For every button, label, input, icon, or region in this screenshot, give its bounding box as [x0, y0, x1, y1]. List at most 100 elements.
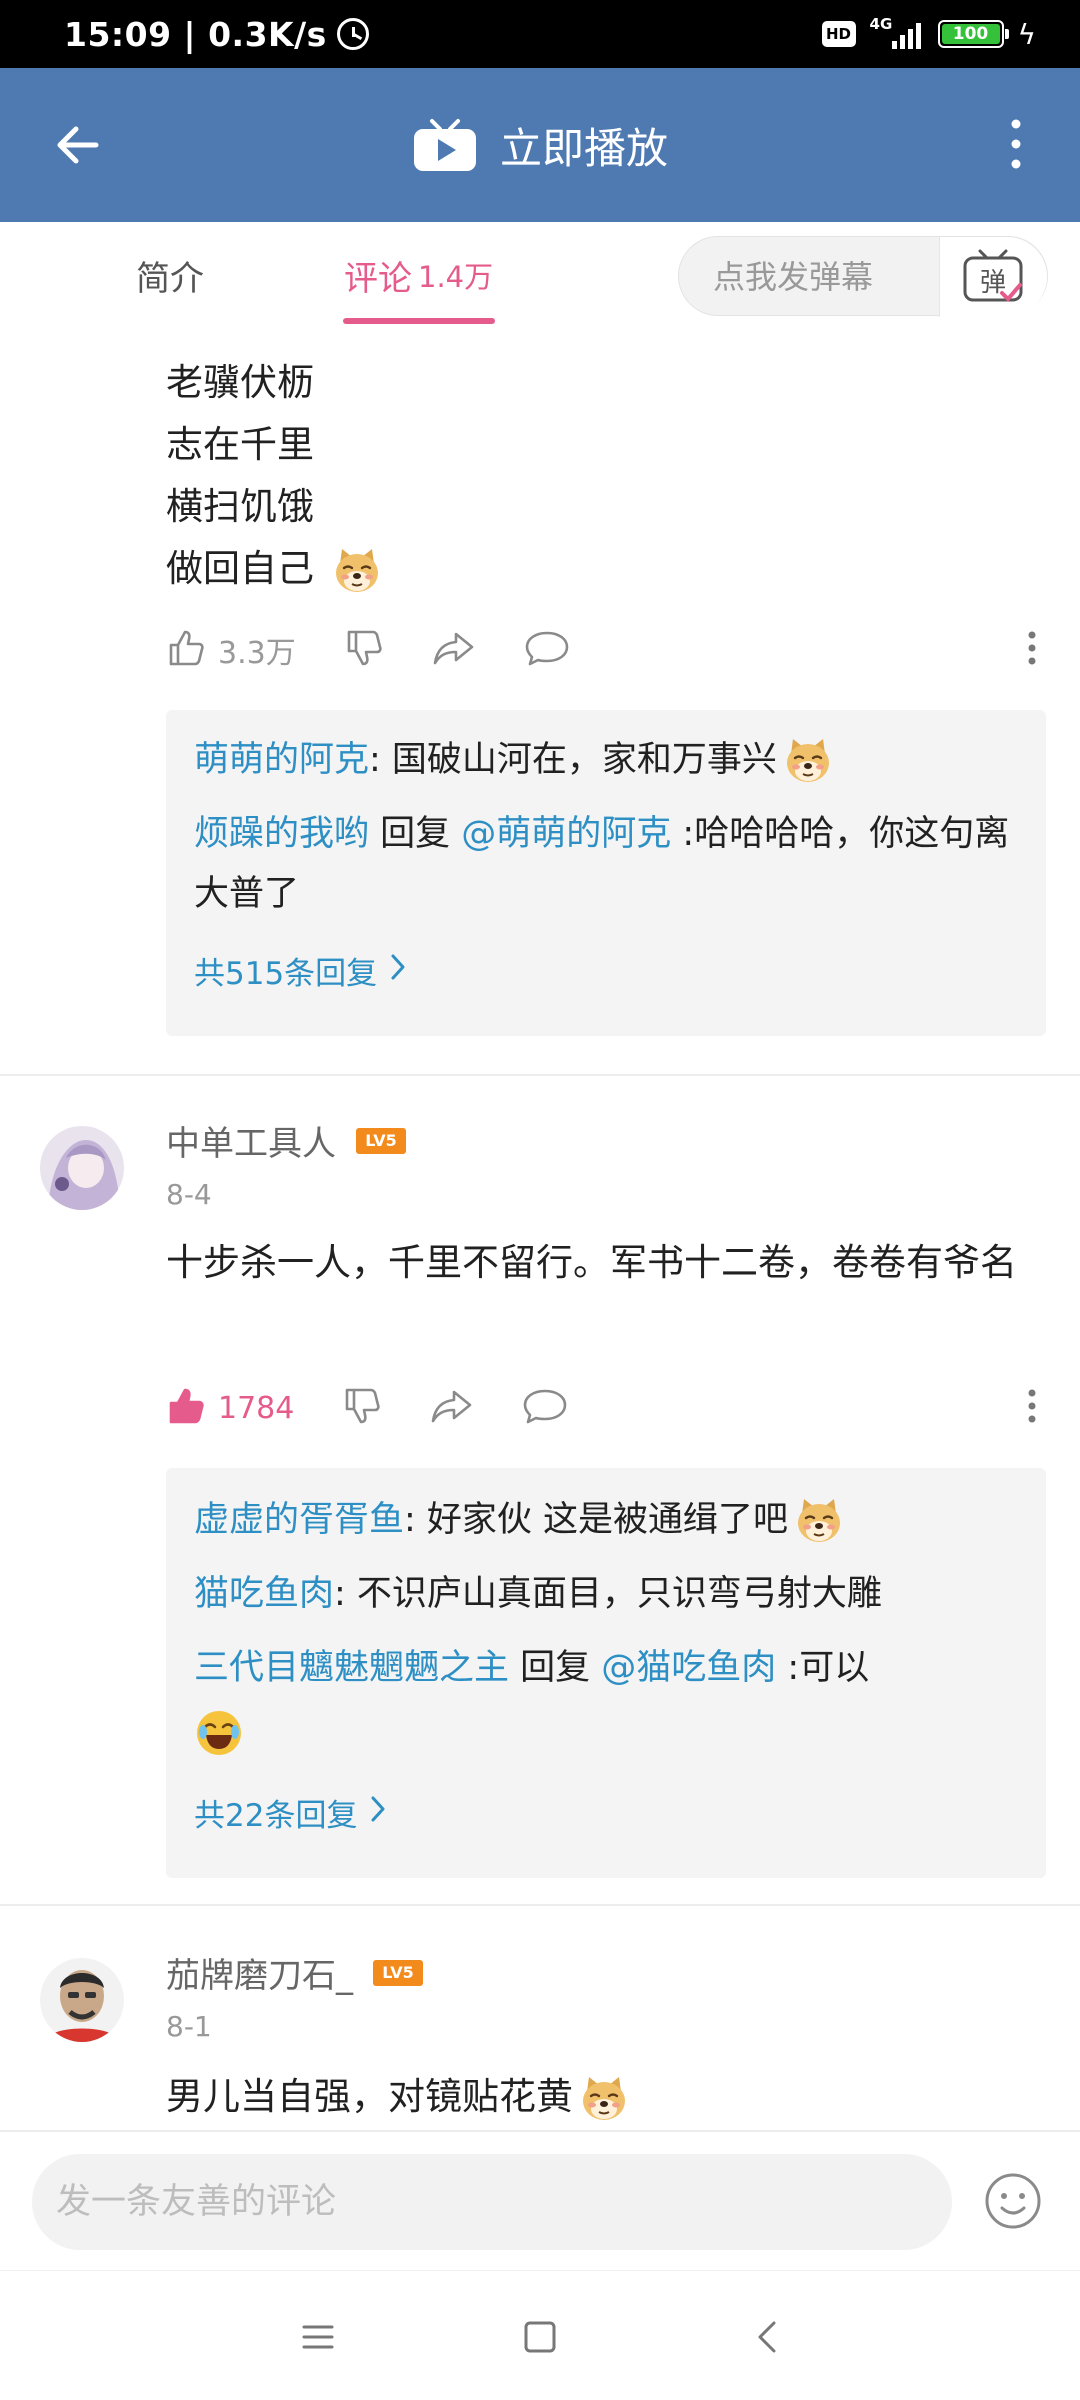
battery-icon: 100 [937, 20, 1009, 48]
more-options-icon[interactable] [996, 114, 1036, 174]
battery-level: 100 [941, 24, 1000, 44]
comment-text: 十步杀一人，千里不留行。军书十二卷，卷卷有爷名 [166, 1241, 1017, 1284]
laughing-emoji-icon [194, 1708, 244, 1758]
reply-username[interactable]: 萌萌的阿克 [194, 740, 369, 780]
system-nav-bar [0, 2270, 1080, 2400]
status-bar: 15:09 | 0.3K/s HD 4G 100 ϟ [0, 0, 1080, 68]
comment-text: 男儿当自强，对镜贴花黄 [166, 2066, 1046, 2128]
reply-username[interactable]: 三代目魑魅魍魉之主 [194, 1648, 509, 1688]
reply-item: 烦躁的我哟 回复 @萌萌的阿克 :哈哈哈哈，你这句离大普了 [194, 804, 1022, 924]
comment-author: 茄牌磨刀石_ LV5 [166, 1948, 423, 1997]
reply-item: 猫吃鱼肉: 不识庐山真面目，只识弯弓射大雕 [194, 1564, 1022, 1624]
comment-text-line: 做回自己 [166, 538, 382, 596]
reply-button[interactable] [524, 628, 570, 672]
comment-text-line: 老骥伏枥 [166, 361, 314, 404]
reply-text: : 不识庐山真面目，只识弯弓射大雕 [334, 1574, 882, 1614]
comment-bubble-icon [524, 628, 570, 672]
chevron-right-icon [389, 952, 407, 990]
divider [0, 1904, 1080, 1906]
reply-item: 萌萌的阿克: 国破山河在，家和万事兴 [194, 730, 1022, 790]
level-badge: LV5 [356, 1127, 406, 1154]
thumbs-down-icon [344, 628, 384, 672]
comment-input[interactable]: 发一条友善的评论 [32, 2154, 952, 2250]
more-vertical-icon [1026, 628, 1038, 672]
view-all-replies-link[interactable]: 共515条回复 [194, 948, 407, 993]
tab-comments-label: 评论 [344, 258, 412, 299]
dislike-button[interactable] [342, 1386, 382, 1430]
menu-icon[interactable] [296, 2315, 340, 2359]
reply-word: 回复 [369, 814, 462, 854]
network-type: 4G [869, 15, 893, 33]
comment-author: 中单工具人 LV5 [166, 1116, 406, 1165]
app-title: 立即播放 [499, 123, 668, 173]
reply-item: 虚虚的胥胥鱼: 好家伙 这是被通缉了吧 [194, 1490, 1022, 1550]
comment-list[interactable]: 老骥伏枥 志在千里 横扫饥饿 做回自己 3.3万 萌萌的阿克: 国破山河在，家和… [0, 328, 1080, 2130]
thumbs-down-icon [342, 1386, 382, 1430]
reply-word: 回复 [509, 1648, 602, 1688]
comment-bubble-icon [522, 1386, 568, 1430]
tab-intro[interactable]: 简介 [136, 222, 204, 328]
more-vertical-icon [1026, 1386, 1038, 1430]
comment-date: 8-1 [166, 2010, 212, 2043]
reply-mention[interactable]: @萌萌的阿克 [461, 814, 671, 854]
danmaku-input[interactable]: 点我发弹幕 弹 [678, 236, 1048, 317]
like-count: 1784 [218, 1390, 295, 1426]
active-tab-indicator [343, 318, 495, 324]
emoji-picker-icon[interactable] [984, 2172, 1042, 2230]
back-chevron-icon[interactable] [746, 2315, 790, 2359]
reply-button[interactable] [522, 1386, 568, 1430]
status-time: 15:09 | 0.3K/s [64, 14, 327, 54]
reply-username[interactable]: 虚虚的胥胥鱼 [194, 1500, 404, 1540]
danmaku-placeholder: 点我发弹幕 [713, 258, 874, 296]
charging-icon: ϟ [1017, 17, 1036, 51]
reply-username[interactable]: 猫吃鱼肉 [194, 1574, 334, 1614]
tv-play-icon [413, 119, 476, 171]
tab-comments-count: 1.4万 [418, 260, 494, 294]
share-button[interactable] [430, 1386, 474, 1430]
like-button[interactable]: 1784 [166, 1386, 294, 1430]
reply-preview-box[interactable]: 萌萌的阿克: 国破山河在，家和万事兴 烦躁的我哟 回复 @萌萌的阿克 :哈哈哈哈… [166, 710, 1046, 1036]
comment-text-content: 男儿当自强，对镜贴花黄 [166, 2075, 573, 2118]
chevron-right-icon [369, 1794, 387, 1832]
reply-text: :可以 [776, 1648, 870, 1688]
tab-intro-label: 简介 [136, 258, 204, 299]
comment-input-bar: 发一条友善的评论 [0, 2130, 1080, 2270]
avatar[interactable] [40, 1126, 124, 1210]
dislike-button[interactable] [344, 628, 384, 672]
username[interactable]: 茄牌磨刀石_ [166, 1948, 353, 1997]
comment-text-line: 志在千里 [166, 423, 314, 466]
danmaku-tv-icon: 弹 [963, 249, 1022, 302]
divider [0, 1074, 1080, 1076]
reply-preview-box[interactable]: 虚虚的胥胥鱼: 好家伙 这是被通缉了吧 猫吃鱼肉: 不识庐山真面目，只识弯弓射大… [166, 1468, 1046, 1878]
reply-item: 三代目魑魅魍魉之主 回复 @猫吃鱼肉 :可以 [194, 1638, 1022, 1698]
reply-username[interactable]: 烦躁的我哟 [194, 814, 369, 854]
like-count: 3.3万 [218, 636, 296, 671]
like-button[interactable]: 3.3万 [166, 628, 296, 672]
thumbs-up-filled-icon [166, 1386, 206, 1430]
avatar[interactable] [40, 1958, 124, 2042]
danmaku-toggle-button[interactable]: 弹 [939, 237, 1047, 317]
more-replies-label: 共515条回复 [194, 956, 378, 992]
username[interactable]: 中单工具人 [166, 1116, 336, 1165]
doge-emoji-icon [783, 736, 833, 786]
comment-more-button[interactable] [1026, 628, 1038, 672]
view-all-replies-link[interactable]: 共22条回复 [194, 1790, 387, 1835]
share-button[interactable] [432, 628, 476, 672]
doge-emoji-icon [579, 2074, 629, 2124]
alarm-icon [336, 18, 369, 50]
signal-icon: 4G [869, 15, 924, 51]
tab-comments[interactable]: 评论 1.4万 [344, 222, 493, 328]
home-square-icon[interactable] [518, 2315, 562, 2359]
reply-mention[interactable]: @猫吃鱼肉 [601, 1648, 776, 1688]
share-icon [430, 1386, 474, 1430]
tab-bar: 简介 评论 1.4万 点我发弹幕 弹 [0, 222, 1080, 328]
thumbs-up-icon [166, 628, 206, 672]
app-bar: 立即播放 [0, 68, 1080, 222]
play-now-button[interactable]: 立即播放 [0, 68, 1080, 222]
reply-text: : 好家伙 这是被通缉了吧 [404, 1500, 789, 1540]
comment-text-line-content: 做回自己 [166, 547, 314, 590]
comment-text-line: 横扫饥饿 [166, 485, 314, 528]
comment-date: 8-4 [166, 1178, 212, 1211]
comment-actions: 3.3万 [166, 620, 1046, 680]
comment-more-button[interactable] [1026, 1386, 1038, 1430]
